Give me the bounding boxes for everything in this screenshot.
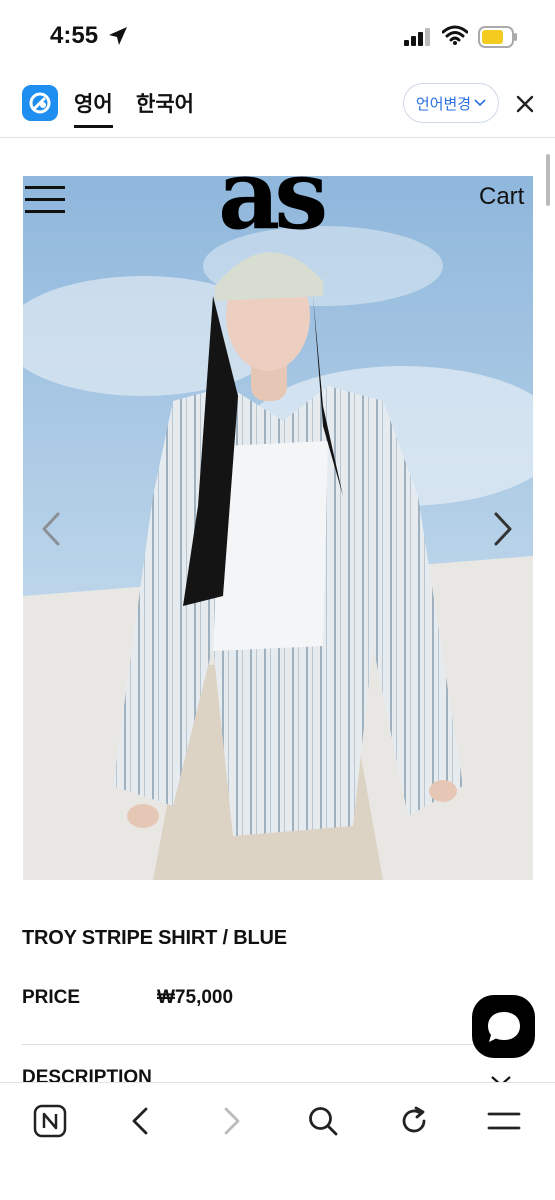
web-content: as Cart TROY STRIPE SHIRT / BLUE PRICE ₩… xyxy=(0,139,555,1082)
status-bar: 4:55 xyxy=(0,0,555,72)
wifi-icon xyxy=(442,25,468,45)
scroll-indicator[interactable] xyxy=(546,154,550,206)
price-value: ₩75,000 xyxy=(157,987,234,1008)
chat-button[interactable] xyxy=(472,995,535,1058)
change-language-button[interactable]: 언어변경 xyxy=(403,83,499,123)
chevron-down-icon xyxy=(474,99,486,107)
site-menu-icon[interactable] xyxy=(25,184,67,214)
menu-icon[interactable] xyxy=(484,1101,524,1141)
browser-toolbar xyxy=(0,1082,555,1200)
chat-bubble-icon xyxy=(487,1011,520,1042)
product-name: TROY STRIPE SHIRT / BLUE xyxy=(22,927,287,949)
carousel-next-icon[interactable] xyxy=(490,511,518,547)
product-image[interactable] xyxy=(23,176,533,880)
search-icon[interactable] xyxy=(303,1101,343,1141)
signal-icon xyxy=(404,28,430,46)
forward-icon[interactable] xyxy=(212,1101,252,1141)
brand-logo[interactable]: as xyxy=(218,145,328,245)
price-label: PRICE xyxy=(22,987,81,1008)
status-time: 4:55 xyxy=(50,22,99,49)
change-language-label: 언어변경 xyxy=(415,94,472,113)
chevron-down-icon[interactable] xyxy=(490,1075,512,1082)
description-toggle[interactable]: DESCRIPTION xyxy=(22,1067,152,1082)
papago-logo-icon xyxy=(22,85,58,121)
tab-english[interactable]: 영어 xyxy=(74,88,113,128)
naver-home-icon[interactable] xyxy=(30,1101,70,1141)
close-icon[interactable] xyxy=(514,93,536,115)
translate-bar: 영어 한국어 언어변경 xyxy=(0,72,555,138)
tab-korean[interactable]: 한국어 xyxy=(136,88,194,118)
location-arrow-icon xyxy=(109,27,127,45)
battery-icon xyxy=(478,26,517,48)
carousel-prev-icon[interactable] xyxy=(36,511,64,547)
refresh-icon[interactable] xyxy=(394,1101,434,1141)
divider xyxy=(22,1044,533,1045)
back-icon[interactable] xyxy=(120,1101,160,1141)
cart-link[interactable]: Cart xyxy=(479,183,524,211)
